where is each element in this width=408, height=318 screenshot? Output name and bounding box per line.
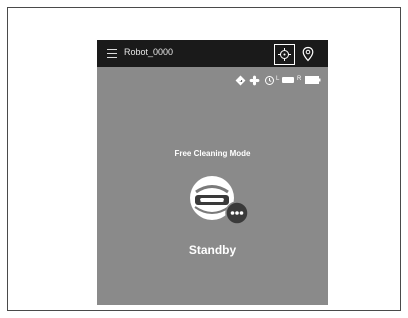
left-brush-label: L [276,76,280,82]
map-pin-icon[interactable] [301,46,315,62]
right-brush-label: R [297,76,302,82]
menu-icon[interactable] [107,49,117,58]
app-screen: Robot_0000 L R Free Cleaning Mode Standb… [97,40,328,305]
brush-icon [282,77,294,83]
cleaning-mode-label: Free Cleaning Mode [174,149,251,158]
status-row: L R [235,75,325,87]
more-icon[interactable] [225,201,249,225]
locate-button[interactable] [274,44,295,65]
battery-icon [305,76,321,84]
locate-icon [278,48,291,61]
navigation-icon [235,75,246,86]
robot-name: Robot_0000 [124,47,174,57]
robot-vacuum-illustration [190,176,249,225]
fan-icon [249,75,260,86]
robot-status: Standby [188,243,237,257]
top-bar: Robot_0000 [97,40,328,67]
timer-icon [265,76,274,85]
